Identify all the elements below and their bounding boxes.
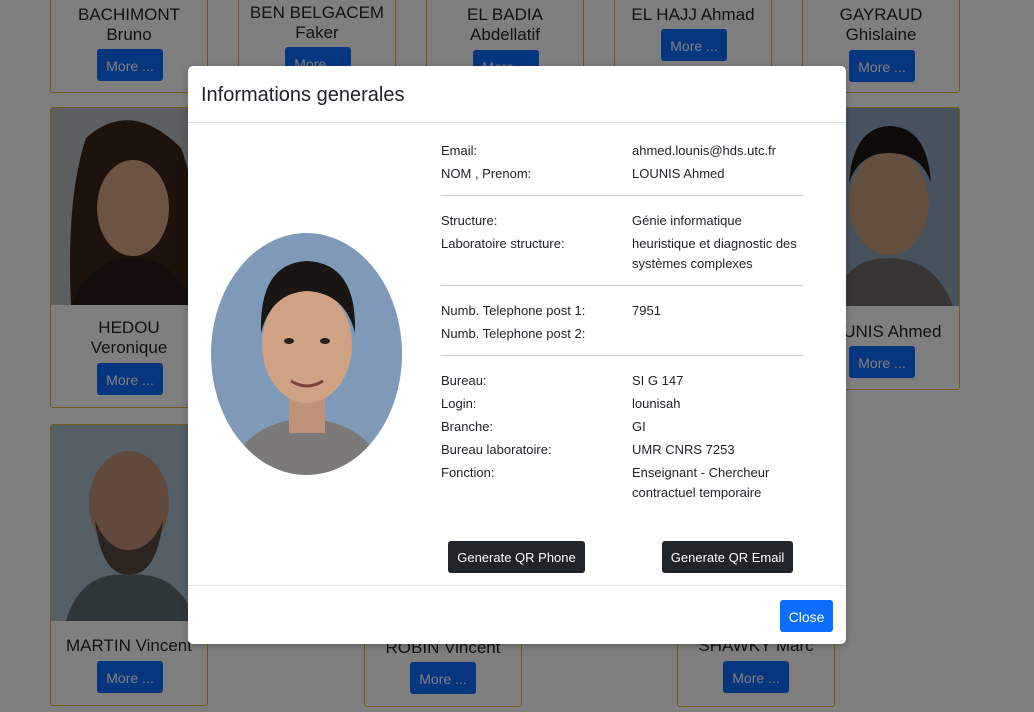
lab-structure-label: Laboratoire structure:: [441, 236, 565, 251]
close-button[interactable]: Close: [780, 600, 833, 632]
phone-post-1-label: Numb. Telephone post 1:: [441, 303, 586, 318]
structure-label: Structure:: [441, 213, 498, 228]
login-label: Login:: [441, 396, 477, 411]
modal-header: Informations generales: [188, 66, 846, 123]
name-value: LOUNIS Ahmed: [632, 166, 725, 181]
role-label: Fonction:: [441, 465, 495, 480]
name-label: NOM , Prenom:: [441, 166, 532, 181]
login-value: lounisah: [632, 396, 681, 411]
office-value: SI G 147: [632, 373, 684, 388]
section-divider: [441, 355, 803, 356]
profile-photo: [211, 233, 402, 475]
branch-label: Branche:: [441, 419, 494, 434]
modal-title: Informations generales: [201, 84, 405, 106]
info-modal: Informations generales Email: ahmed.loun…: [188, 66, 846, 644]
role-value: Enseignant - Chercheur contractuel tempo…: [632, 465, 770, 500]
lab-office-value: UMR CNRS 7253: [632, 442, 735, 457]
phone-post-2-label: Numb. Telephone post 2:: [441, 326, 586, 341]
generate-qr-email-button[interactable]: Generate QR Email: [662, 541, 793, 573]
branch-value: GI: [632, 419, 646, 434]
email-value: ahmed.lounis@hds.utc.fr: [632, 143, 776, 158]
section-divider: [441, 195, 803, 196]
lab-structure-value: heuristique et diagnostic des systèmes c…: [632, 236, 797, 271]
lab-office-label: Bureau laboratoire:: [441, 442, 552, 457]
phone-post-1-value: 7951: [632, 303, 661, 318]
email-label: Email:: [441, 143, 478, 158]
modal-footer: Close: [188, 585, 846, 644]
generate-qr-phone-button[interactable]: Generate QR Phone: [448, 541, 585, 573]
office-label: Bureau:: [441, 373, 487, 388]
section-divider: [441, 285, 803, 286]
structure-value: Génie informatique: [632, 213, 742, 228]
